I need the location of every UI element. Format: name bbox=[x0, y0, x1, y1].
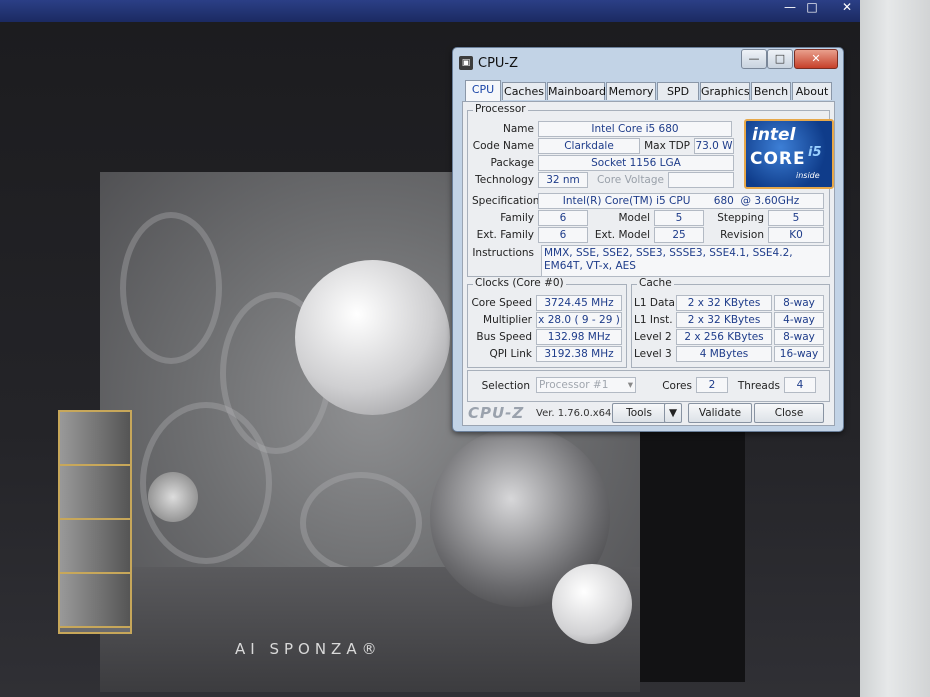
tab-caches[interactable]: Caches bbox=[502, 82, 546, 100]
dark-panel bbox=[640, 432, 745, 682]
top-close-icon[interactable]: ✕ bbox=[835, 0, 859, 14]
level3-label: Level 3 bbox=[634, 348, 672, 360]
package-value: Socket 1156 LGA bbox=[538, 155, 734, 171]
processor-group-label: Processor bbox=[473, 103, 528, 115]
extfamily-label: Ext. Family bbox=[476, 229, 534, 241]
window-title: CPU-Z bbox=[478, 56, 519, 71]
l1data-label: L1 Data bbox=[634, 297, 675, 309]
top-minimize-icon[interactable]: — bbox=[778, 0, 802, 14]
selection-group: Selection Processor #1 ▾ Cores 2 Threads… bbox=[467, 370, 830, 402]
maximize-button[interactable]: □ bbox=[767, 49, 793, 69]
corevoltage-value bbox=[668, 172, 734, 188]
instructions-value: MMX, SSE, SSE2, SSE3, SSSE3, SSE4.1, SSE… bbox=[541, 245, 830, 277]
cores-value: 2 bbox=[696, 377, 728, 393]
qpilink-label: QPI Link bbox=[489, 348, 532, 360]
cores-label: Cores bbox=[662, 380, 692, 392]
level3-value: 4 MBytes bbox=[676, 346, 772, 362]
model-value: 5 bbox=[654, 210, 704, 226]
tab-spd[interactable]: SPD bbox=[657, 82, 699, 100]
processor-select[interactable]: Processor #1 ▾ bbox=[536, 377, 636, 393]
tab-mainboard[interactable]: Mainboard bbox=[547, 82, 606, 100]
technology-label: Technology bbox=[475, 174, 534, 186]
extmodel-value: 25 bbox=[654, 227, 704, 243]
cache-group: Cache L1 Data 2 x 32 KBytes 8-way L1 Ins… bbox=[631, 277, 830, 368]
cache-group-label: Cache bbox=[637, 277, 674, 289]
spec-value: Intel(R) Core(TM) i5 CPU 680 @ 3.60GHz bbox=[538, 193, 824, 209]
family-value: 6 bbox=[538, 210, 588, 226]
cpuz-window: ▣ CPU-Z — □ ✕ CPU Caches Mainboard Memor… bbox=[452, 47, 844, 432]
selection-label: Selection bbox=[481, 380, 530, 392]
l1inst-way: 4-way bbox=[774, 312, 824, 328]
level2-label: Level 2 bbox=[634, 331, 672, 343]
name-label: Name bbox=[503, 123, 534, 135]
tab-about[interactable]: About bbox=[792, 82, 832, 100]
monitor-bezel bbox=[860, 0, 930, 697]
top-maximize-icon[interactable]: □ bbox=[800, 0, 824, 14]
codename-label: Code Name bbox=[472, 140, 534, 152]
technology-value: 32 nm bbox=[538, 172, 588, 188]
l1data-value: 2 x 32 KBytes bbox=[676, 295, 772, 311]
stepping-label: Stepping bbox=[717, 212, 764, 224]
qpilink-value: 3192.38 MHz bbox=[536, 346, 622, 362]
close-button[interactable]: Close bbox=[754, 403, 824, 423]
tools-dropdown-icon[interactable]: ▼ bbox=[664, 403, 682, 423]
cpu-tab-panel: Processor Name Intel Core i5 680 Code Na… bbox=[462, 101, 835, 426]
threads-label: Threads bbox=[737, 380, 780, 392]
l1inst-value: 2 x 32 KBytes bbox=[676, 312, 772, 328]
cpuz-app-icon: ▣ bbox=[459, 56, 473, 70]
multiplier-value: x 28.0 ( 9 - 29 ) bbox=[536, 312, 622, 328]
tab-bench[interactable]: Bench bbox=[751, 82, 791, 100]
name-value: Intel Core i5 680 bbox=[538, 121, 732, 137]
l1inst-label: L1 Inst. bbox=[634, 314, 673, 326]
model-label: Model bbox=[618, 212, 650, 224]
intel-core-i5-logo: intel CORE i5 inside bbox=[744, 119, 834, 189]
family-label: Family bbox=[500, 212, 534, 224]
corespeed-label: Core Speed bbox=[471, 297, 532, 309]
title-bar[interactable]: ▣ CPU-Z — □ ✕ bbox=[453, 48, 843, 76]
instructions-label: Instructions bbox=[472, 247, 534, 259]
spec-label: Specification bbox=[472, 195, 540, 207]
processor-select-value: Processor #1 bbox=[539, 379, 609, 391]
close-window-button[interactable]: ✕ bbox=[794, 49, 838, 69]
top-window-bar: — □ ✕ bbox=[0, 0, 870, 22]
package-label: Package bbox=[490, 157, 534, 169]
footer-bar: CPU-Z Ver. 1.76.0.x64 Tools ▼ Validate C… bbox=[462, 400, 833, 424]
processor-group: Processor Name Intel Core i5 680 Code Na… bbox=[467, 103, 834, 277]
corespeed-value: 3724.45 MHz bbox=[536, 295, 622, 311]
busspeed-label: Bus Speed bbox=[476, 331, 532, 343]
extfamily-value: 6 bbox=[538, 227, 588, 243]
stepping-value: 5 bbox=[768, 210, 824, 226]
cpuz-brand-label: CPU-Z bbox=[468, 404, 525, 422]
l1data-way: 8-way bbox=[774, 295, 824, 311]
extmodel-label: Ext. Model bbox=[594, 229, 650, 241]
busspeed-value: 132.98 MHz bbox=[536, 329, 622, 345]
minimize-button[interactable]: — bbox=[741, 49, 767, 69]
maxtdp-label: Max TDP bbox=[644, 140, 690, 152]
corevoltage-label: Core Voltage bbox=[596, 174, 664, 186]
thumbnail-strip[interactable] bbox=[58, 410, 132, 634]
codename-value: Clarkdale bbox=[538, 138, 640, 154]
aixsponza-logo: AI SPONZA® bbox=[235, 640, 382, 658]
clocks-group-label: Clocks (Core #0) bbox=[473, 277, 566, 289]
tools-button[interactable]: Tools bbox=[612, 403, 666, 423]
level3-way: 16-way bbox=[774, 346, 824, 362]
clocks-group: Clocks (Core #0) Core Speed 3724.45 MHz … bbox=[467, 277, 627, 368]
level2-value: 2 x 256 KBytes bbox=[676, 329, 772, 345]
threads-value: 4 bbox=[784, 377, 816, 393]
tab-memory[interactable]: Memory bbox=[606, 82, 656, 100]
tab-graphics[interactable]: Graphics bbox=[700, 82, 750, 100]
tab-cpu[interactable]: CPU bbox=[465, 80, 501, 101]
revision-label: Revision bbox=[720, 229, 764, 241]
validate-button[interactable]: Validate bbox=[688, 403, 752, 423]
version-label: Ver. 1.76.0.x64 bbox=[536, 408, 612, 419]
maxtdp-value: 73.0 W bbox=[694, 138, 734, 154]
multiplier-label: Multiplier bbox=[483, 314, 532, 326]
revision-value: K0 bbox=[768, 227, 824, 243]
chevron-down-icon: ▾ bbox=[627, 379, 633, 391]
level2-way: 8-way bbox=[774, 329, 824, 345]
